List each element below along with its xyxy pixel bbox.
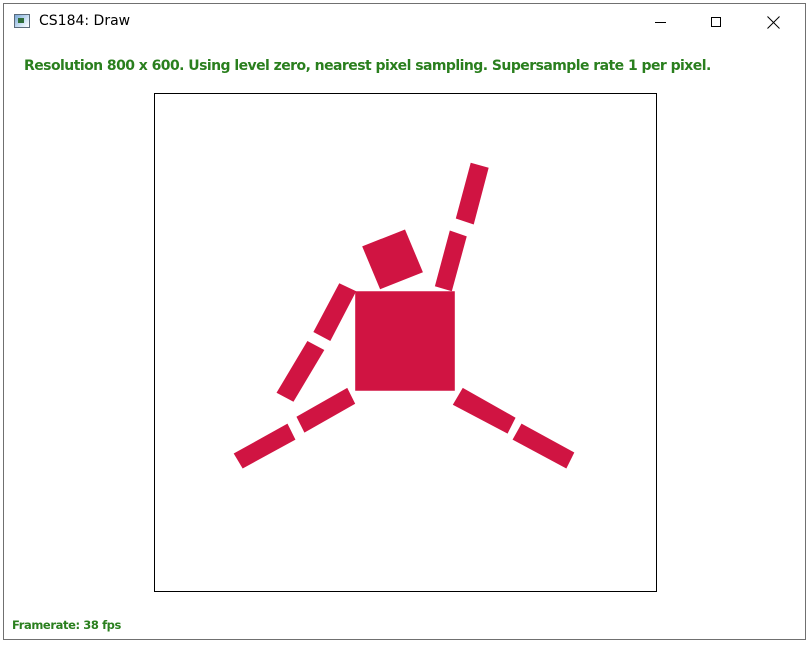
render-canvas[interactable]	[154, 93, 657, 592]
right-forearm	[455, 162, 489, 225]
right-upper-arm	[434, 230, 467, 292]
left-forearm	[276, 341, 325, 402]
stick-figure	[233, 162, 575, 469]
minimize-icon	[654, 21, 666, 23]
body-square	[355, 291, 455, 391]
app-window: CS184: Draw Resolution 800 x 600. Using …	[3, 3, 806, 640]
app-window-icon	[14, 14, 30, 28]
right-thigh	[452, 387, 516, 434]
right-shin	[512, 423, 575, 469]
head-square	[362, 229, 423, 290]
maximize-button[interactable]	[687, 4, 745, 40]
window-title: CS184: Draw	[39, 13, 131, 29]
resolution-status-text: Resolution 800 x 600. Using level zero, …	[24, 58, 711, 74]
title-bar[interactable]: CS184: Draw	[4, 4, 805, 40]
left-upper-arm	[313, 283, 357, 342]
scene-svg	[233, 162, 575, 469]
left-shin	[233, 423, 296, 469]
close-button[interactable]	[744, 4, 802, 40]
minimize-button[interactable]	[631, 4, 689, 40]
maximize-icon	[711, 17, 721, 27]
close-icon	[767, 16, 780, 29]
framerate-text: Framerate: 38 fps	[12, 618, 121, 632]
left-thigh	[296, 387, 356, 433]
client-area: Resolution 800 x 600. Using level zero, …	[4, 40, 805, 639]
